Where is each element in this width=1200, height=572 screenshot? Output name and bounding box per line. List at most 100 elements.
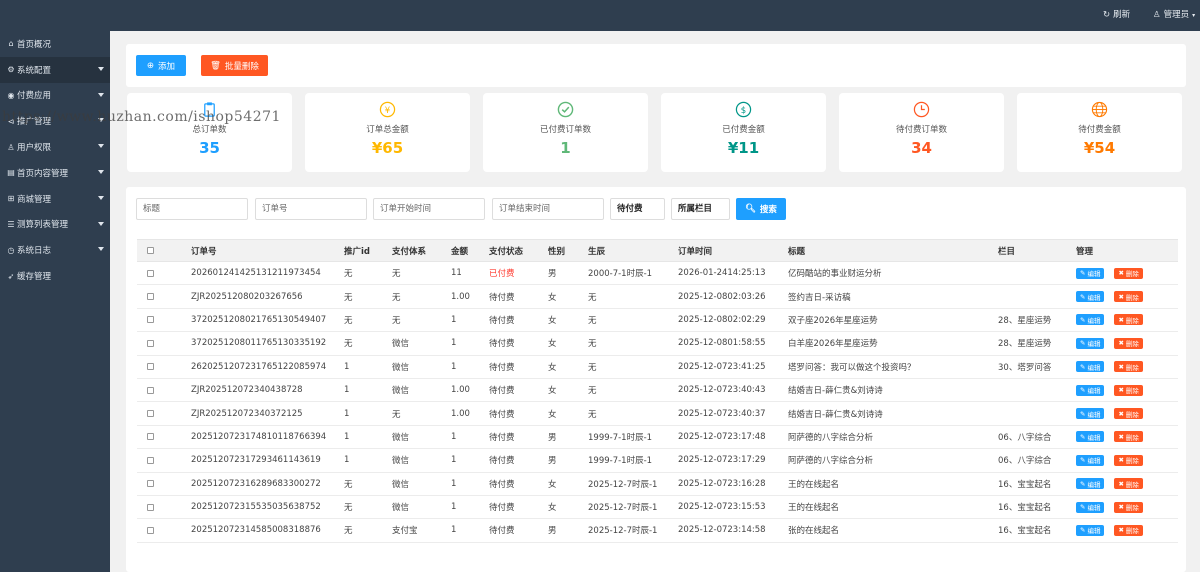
sidebar-item[interactable]: ♙ 用户权限 [0,134,110,160]
table-cell: 女 [548,409,557,420]
order-no-filter-input[interactable]: 订单号 [255,198,367,220]
column-select[interactable]: 所属栏目 [671,198,730,220]
delete-button[interactable]: ✖ 删除 [1114,337,1143,349]
table-cell: 2025-12-0802:03:26 [678,291,766,302]
edit-button[interactable]: ✎ 编辑 [1076,431,1105,443]
refresh-button[interactable]: ↻ 刷新 [1103,0,1130,31]
action-panel: ⊕ 添加 🗑 批量删除 [126,44,1186,87]
table-cell: 2025-12-0723:14:58 [678,525,766,536]
sidebar-item[interactable]: ⊞ 商城管理 [0,186,110,212]
row-checkbox[interactable] [147,456,154,464]
table-cell: 女 [548,315,557,326]
delete-button[interactable]: ✖ 删除 [1114,408,1143,420]
status-select[interactable]: 待付费 [610,198,665,220]
gear-icon: ⚙ [7,65,15,75]
chevron-down-icon [98,144,104,149]
column-header: 支付状态 [489,246,524,257]
stat-value: ¥11 [727,139,760,157]
admin-menu[interactable]: ♙ 管理员 ▾ [1153,0,1195,31]
table-cell: 待付费 [489,386,515,397]
trash-icon: ✖ [1118,456,1124,465]
delete-button[interactable]: ✖ 删除 [1114,361,1143,373]
sidebar-item[interactable]: ⚙ 系统配置 [0,56,110,83]
table-cell: 1 [344,455,350,466]
table-cell: 张的在线起名 [788,526,840,537]
stat-card: 已付费订单数 1 [483,93,648,172]
sidebar-item[interactable]: ▤ 首页内容管理 [0,160,110,186]
add-button[interactable]: ⊕ 添加 [136,55,186,76]
row-checkbox[interactable] [147,386,154,394]
stat-value: 35 [199,139,220,157]
batch-delete-button[interactable]: 🗑 批量删除 [201,55,268,76]
edit-button[interactable]: ✎ 编辑 [1076,361,1105,373]
edit-button[interactable]: ✎ 编辑 [1076,384,1105,396]
table-cell: 202512072317293461143619 [191,455,321,466]
title-filter-input[interactable]: 标题 [136,198,248,220]
row-checkbox[interactable] [147,269,154,277]
row-checkbox[interactable] [147,293,154,301]
stat-label: 待付费订单数 [895,125,947,135]
sidebar-item[interactable]: ◉ 付费应用 [0,83,110,109]
table-cell: 1 [344,431,350,442]
edit-button[interactable]: ✎ 编辑 [1076,501,1105,513]
table-cell: 2025-12-0723:17:29 [678,455,766,466]
edit-button[interactable]: ✎ 编辑 [1076,454,1105,466]
table-cell: 微信 [392,456,410,467]
edit-button[interactable]: ✎ 编辑 [1076,267,1105,279]
sidebar-item-label: 测算列表管理 [17,220,69,231]
end-time-filter-input[interactable]: 订单结束时间 [492,198,604,220]
delete-button[interactable]: ✖ 删除 [1114,314,1143,326]
table-cell: 2025-12-7时辰-1 [588,526,658,537]
row-checkbox[interactable] [147,339,154,347]
select-all-checkbox[interactable] [147,247,154,254]
sidebar-item[interactable]: ⌂ 首页概况 [0,31,110,57]
trash-icon: ✖ [1118,292,1124,301]
delete-button[interactable]: ✖ 删除 [1114,524,1143,536]
table-cell: 1 [344,361,350,372]
row-checkbox[interactable] [147,433,154,441]
table-cell: 待付费 [489,432,515,443]
edit-button[interactable]: ✎ 编辑 [1076,408,1105,420]
pencil-icon: ✎ [1080,386,1086,395]
row-checkbox[interactable] [147,363,154,371]
delete-button[interactable]: ✖ 删除 [1114,291,1143,303]
table-cell: 无 [392,269,401,280]
sidebar-item[interactable]: ☰ 测算列表管理 [0,212,110,238]
table-row: ZJR202512080203267656 无 无 1.00 待付费 女 无 2025-12-… [137,285,1178,309]
app-icon: ◉ [7,90,15,100]
sidebar-item-label: 缓存管理 [17,272,52,283]
row-checkbox[interactable] [147,480,154,488]
yen-icon: ¥ [379,101,396,118]
list-icon: ☰ [7,219,15,229]
delete-button[interactable]: ✖ 删除 [1114,431,1143,443]
edit-button[interactable]: ✎ 编辑 [1076,478,1105,490]
edit-button[interactable]: ✎ 编辑 [1076,524,1105,536]
row-checkbox[interactable] [147,316,154,324]
delete-button[interactable]: ✖ 删除 [1114,384,1143,396]
delete-button[interactable]: ✖ 删除 [1114,454,1143,466]
table-cell: 待付费 [489,409,515,420]
trash-icon: ✖ [1118,339,1124,348]
edit-button[interactable]: ✎ 编辑 [1076,314,1105,326]
edit-button[interactable]: ✎ 编辑 [1076,291,1105,303]
row-checkbox[interactable] [147,503,154,511]
sidebar-item[interactable]: ➶ 缓存管理 [0,263,110,289]
table-cell: 30、塔罗问答 [998,362,1052,373]
table-cell: 202512072316289683300272 [191,478,321,489]
search-button[interactable]: 🔍︎ 搜索 [736,198,786,220]
stat-label: 已付费金额 [722,125,765,135]
table-cell: 微信 [392,362,410,373]
delete-button[interactable]: ✖ 删除 [1114,478,1143,490]
sidebar-item[interactable]: ◷ 系统日志 [0,237,110,263]
delete-button[interactable]: ✖ 删除 [1114,501,1143,513]
table-cell: 2620251207231765122085974 [191,361,327,372]
row-checkbox[interactable] [147,410,154,418]
table-cell: 06、八字综合 [998,456,1052,467]
start-time-filter-input[interactable]: 订单开始时间 [373,198,485,220]
row-checkbox[interactable] [147,526,154,534]
pencil-icon: ✎ [1080,339,1086,348]
delete-button[interactable]: ✖ 删除 [1114,267,1143,279]
edit-button[interactable]: ✎ 编辑 [1076,337,1105,349]
table-cell: 阿萨德的八字综合分析 [788,432,874,443]
svg-text:¥: ¥ [385,106,391,116]
